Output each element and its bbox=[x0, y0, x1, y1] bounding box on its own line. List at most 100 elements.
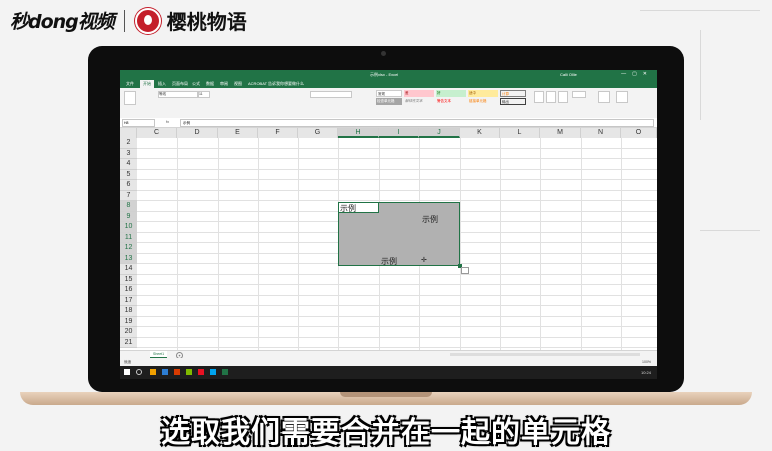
tab-data[interactable]: 数据 bbox=[206, 81, 214, 87]
row-header[interactable]: 10 bbox=[120, 222, 137, 233]
quick-analysis-icon[interactable] bbox=[461, 267, 469, 274]
taskbar-app-icon[interactable] bbox=[186, 369, 192, 375]
tell-me-search[interactable]: 告诉我你想要做什么 bbox=[268, 81, 304, 87]
row-header[interactable]: 15 bbox=[120, 274, 137, 285]
tab-home[interactable]: 开始 bbox=[140, 80, 154, 88]
taskbar-app-icon[interactable] bbox=[210, 369, 216, 375]
column-header[interactable]: G bbox=[298, 128, 338, 138]
column-header[interactable]: I bbox=[379, 128, 419, 138]
delete-button[interactable] bbox=[546, 91, 556, 103]
gridline bbox=[258, 138, 259, 350]
tab-page-layout[interactable]: 页面布局 bbox=[172, 81, 188, 87]
style-neutral[interactable]: 适中 bbox=[468, 90, 498, 97]
row-header[interactable]: 8 bbox=[120, 201, 137, 212]
style-good[interactable]: 好 bbox=[436, 90, 466, 97]
style-output[interactable]: 输出 bbox=[500, 98, 526, 105]
find-select-button[interactable] bbox=[616, 91, 628, 103]
background-line bbox=[700, 230, 760, 231]
sheet-tab[interactable]: Sheet1 bbox=[150, 351, 168, 358]
font-name-select[interactable]: 等线 bbox=[158, 91, 198, 98]
gridline bbox=[500, 138, 501, 350]
column-header[interactable]: E bbox=[218, 128, 258, 138]
column-header[interactable]: O bbox=[621, 128, 657, 138]
cell-j9-text: 示例 bbox=[422, 215, 438, 224]
tab-insert[interactable]: 插入 bbox=[158, 81, 166, 87]
worksheet-grid[interactable]: C D E F G H I J K L M N O 2 3 4 5 6 7 8 9 10 11 12 13 14 15 16 17 18 1… bbox=[120, 128, 657, 350]
style-bad[interactable]: 差 bbox=[404, 90, 434, 97]
gridline bbox=[137, 326, 657, 327]
style-explanatory[interactable]: 解释性文本 bbox=[404, 98, 434, 105]
column-header[interactable]: K bbox=[460, 128, 500, 138]
row-header[interactable]: 16 bbox=[120, 285, 137, 296]
zoom-level[interactable]: 100% bbox=[642, 360, 651, 364]
select-all-corner[interactable] bbox=[120, 128, 137, 138]
row-header[interactable]: 21 bbox=[120, 337, 137, 348]
windows-start-icon[interactable] bbox=[124, 369, 130, 375]
gridline bbox=[540, 138, 541, 350]
row-header[interactable]: 20 bbox=[120, 327, 137, 338]
gridline bbox=[137, 347, 657, 348]
taskbar-app-icon[interactable] bbox=[162, 369, 168, 375]
tab-file[interactable]: 文件 bbox=[126, 81, 134, 87]
row-header[interactable]: 12 bbox=[120, 243, 137, 254]
row-header[interactable]: 3 bbox=[120, 148, 137, 159]
tab-formulas[interactable]: 公式 bbox=[192, 81, 200, 87]
column-header[interactable]: D bbox=[177, 128, 218, 138]
windows-taskbar: 10:24 bbox=[120, 366, 657, 379]
gridline bbox=[460, 138, 461, 350]
search-icon[interactable] bbox=[136, 369, 142, 375]
laptop-notch bbox=[340, 392, 432, 397]
column-header[interactable]: C bbox=[137, 128, 177, 138]
name-box[interactable]: H8 bbox=[122, 119, 155, 127]
taskbar-app-icon[interactable] bbox=[198, 369, 204, 375]
user-name[interactable]: Calli Ollie bbox=[560, 72, 577, 77]
row-header[interactable]: 13 bbox=[120, 253, 137, 264]
insert-button[interactable] bbox=[534, 91, 544, 103]
font-size-select[interactable]: 11 bbox=[198, 91, 210, 98]
column-header[interactable]: N bbox=[581, 128, 621, 138]
row-header[interactable]: 4 bbox=[120, 159, 137, 170]
gridline bbox=[137, 189, 657, 191]
paste-button[interactable] bbox=[124, 91, 136, 105]
column-header[interactable]: F bbox=[258, 128, 298, 138]
fx-icon[interactable]: fx bbox=[166, 119, 169, 124]
taskbar-app-icon[interactable] bbox=[174, 369, 180, 375]
mouse-cursor-icon: ✛ bbox=[421, 256, 427, 264]
style-warning[interactable]: 警告文本 bbox=[436, 98, 466, 105]
column-header[interactable]: H bbox=[338, 128, 379, 138]
tab-review[interactable]: 审阅 bbox=[220, 81, 228, 87]
style-linked-cell[interactable]: 链接单元格 bbox=[468, 98, 498, 105]
column-header[interactable]: J bbox=[419, 128, 460, 138]
horizontal-scrollbar[interactable] bbox=[450, 353, 640, 356]
row-header[interactable]: 9 bbox=[120, 211, 137, 222]
cell-h8-text: 示例 bbox=[340, 204, 356, 213]
sort-filter-button[interactable] bbox=[598, 91, 610, 103]
ribbon: 等线 11 常规 差 好 适中 计算 检查单元格 解释性文本 警告文本 链接单元… bbox=[120, 88, 657, 119]
row-header[interactable]: 14 bbox=[120, 264, 137, 275]
row-header[interactable]: 17 bbox=[120, 295, 137, 306]
row-header[interactable]: 18 bbox=[120, 306, 137, 317]
gridline bbox=[137, 179, 657, 180]
formula-input[interactable]: 示例 bbox=[180, 119, 654, 127]
row-header[interactable]: 11 bbox=[120, 232, 137, 243]
style-normal[interactable]: 常规 bbox=[376, 90, 402, 97]
autosum-button[interactable] bbox=[572, 91, 586, 98]
row-header[interactable]: 5 bbox=[120, 169, 137, 180]
tab-view[interactable]: 视图 bbox=[234, 81, 242, 87]
row-header[interactable]: 6 bbox=[120, 180, 137, 191]
excel-taskbar-icon[interactable] bbox=[222, 369, 228, 375]
window-controls-icon[interactable]: —▢✕ bbox=[621, 71, 653, 77]
row-header[interactable]: 7 bbox=[120, 190, 137, 201]
gridline bbox=[137, 273, 657, 275]
taskbar-app-icon[interactable] bbox=[150, 369, 156, 375]
row-header[interactable]: 2 bbox=[120, 138, 137, 149]
row-header[interactable]: 19 bbox=[120, 316, 137, 327]
style-check-cell[interactable]: 检查单元格 bbox=[376, 98, 402, 105]
column-header[interactable]: M bbox=[540, 128, 581, 138]
column-header[interactable]: L bbox=[500, 128, 540, 138]
number-format-select[interactable] bbox=[310, 91, 352, 98]
tab-acrobat[interactable]: ACROBAT bbox=[248, 81, 267, 86]
gridline bbox=[137, 147, 657, 149]
format-button[interactable] bbox=[558, 91, 568, 103]
style-calculation[interactable]: 计算 bbox=[500, 90, 526, 97]
